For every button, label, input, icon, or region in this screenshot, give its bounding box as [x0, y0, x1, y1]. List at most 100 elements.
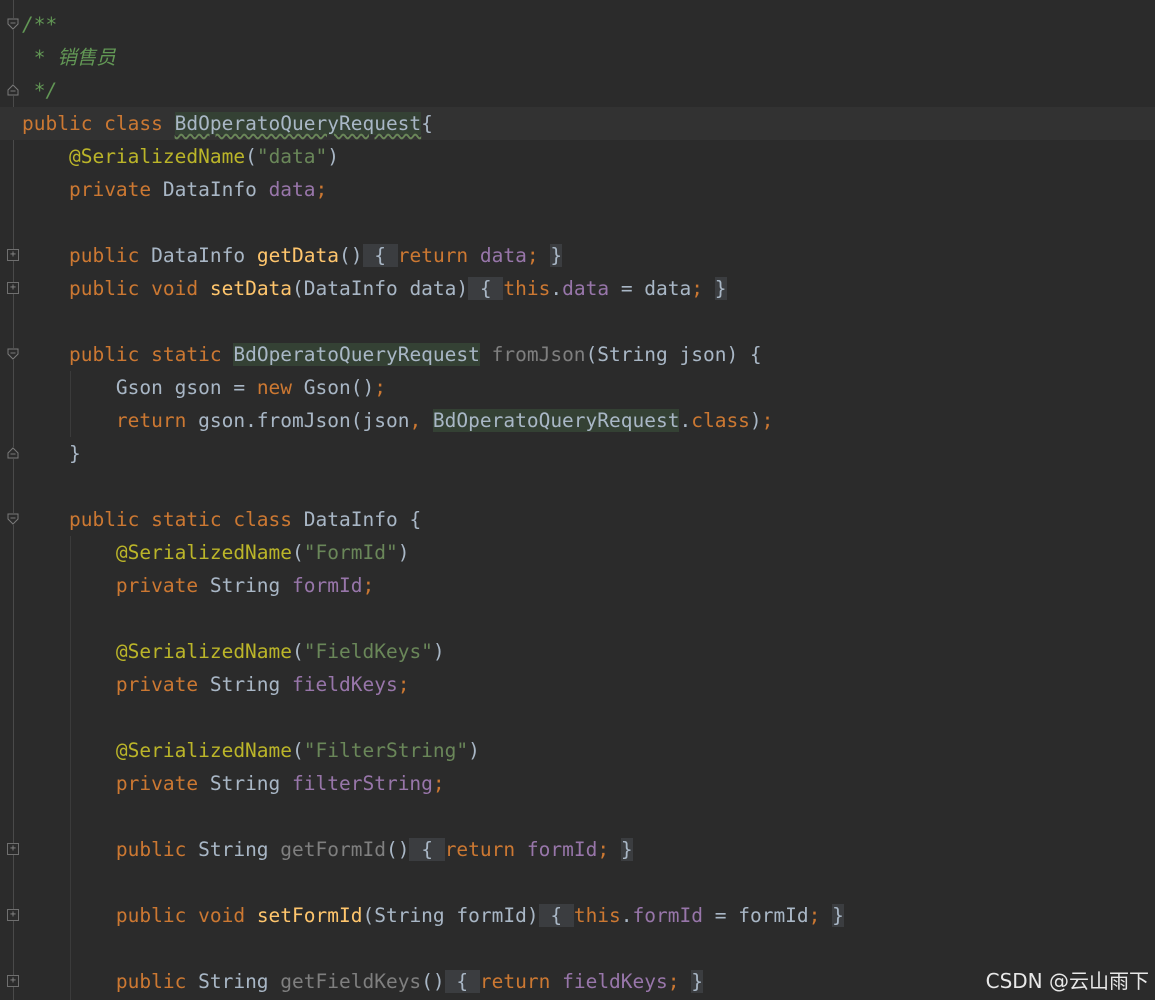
code-token: this — [503, 277, 551, 300]
code-token: "FieldKeys" — [303, 640, 433, 663]
code-token: ; — [362, 574, 375, 597]
code-line[interactable]: /** — [22, 8, 1155, 41]
code-token: DataInfo — [162, 178, 269, 201]
code-token: } — [691, 970, 703, 993]
code-line[interactable]: public void setFormId(String formId) { t… — [22, 899, 1155, 932]
code-token: BdOperatoQueryRequest — [233, 343, 480, 366]
code-token: ; — [597, 838, 621, 861]
fold-expand-icon[interactable]: + — [7, 975, 19, 987]
code-token: getData — [256, 244, 340, 267]
code-token: this — [573, 904, 621, 927]
code-line[interactable]: public static class DataInfo { — [22, 503, 1155, 536]
code-line[interactable]: public static BdOperatoQueryRequest from… — [22, 338, 1155, 371]
code-token: formId — [632, 904, 703, 927]
code-token: * 销售员 — [22, 46, 116, 69]
fold-end-icon[interactable] — [7, 84, 19, 96]
code-token: "data" — [256, 145, 328, 168]
fold-expand-icon[interactable]: + — [7, 282, 19, 294]
code-token: return — [444, 838, 527, 861]
code-token: ; — [315, 178, 328, 201]
code-token: ) — [327, 145, 340, 168]
code-token: ; — [374, 376, 386, 399]
csdn-watermark: CSDN @云山雨下 — [985, 969, 1149, 993]
code-token: String — [209, 574, 293, 597]
fold-collapse-icon[interactable] — [7, 513, 19, 525]
code-line[interactable]: private DataInfo data; — [22, 173, 1155, 206]
fold-collapse-icon[interactable] — [7, 18, 19, 30]
code-line[interactable]: @SerializedName("FormId") — [22, 536, 1155, 569]
code-token: ) — [397, 541, 410, 564]
code-token: { — [409, 838, 445, 861]
code-token: () — [385, 838, 410, 861]
code-token: fieldKeys — [562, 970, 668, 993]
code-token: public static — [68, 343, 234, 366]
code-token: data — [479, 244, 527, 267]
code-token: . — [550, 277, 563, 300]
code-line[interactable]: @SerializedName("data") — [22, 140, 1155, 173]
code-token: setFormId — [256, 904, 363, 927]
code-token: public — [115, 838, 199, 861]
code-token: = data — [609, 277, 692, 300]
code-token: class — [691, 409, 750, 432]
code-line[interactable]: public void setData(DataInfo data) { thi… — [22, 272, 1155, 305]
code-token: . — [679, 409, 692, 432]
code-line[interactable]: private String filterString; — [22, 767, 1155, 800]
code-token: getFormId — [280, 838, 386, 861]
code-token: , — [409, 409, 433, 432]
code-token: . — [620, 904, 633, 927]
code-token: public — [115, 970, 199, 993]
code-line[interactable]: @SerializedName("FilterString") — [22, 734, 1155, 767]
code-line[interactable]: } — [22, 437, 1155, 470]
code-token: return — [115, 409, 199, 432]
code-token: = formId — [703, 904, 809, 927]
code-line[interactable]: return gson.fromJson(json, BdOperatoQuer… — [22, 404, 1155, 437]
code-token: private — [115, 772, 210, 795]
code-line[interactable]: public String getFormId() { return formI… — [22, 833, 1155, 866]
code-token: BdOperatoQueryRequest — [174, 112, 422, 135]
code-token: data — [268, 178, 316, 201]
code-line[interactable]: @SerializedName("FieldKeys") — [22, 635, 1155, 668]
code-line[interactable]: * 销售员 — [22, 41, 1155, 74]
code-token: Gson() — [303, 376, 375, 399]
code-line[interactable]: Gson gson = new Gson(); — [22, 371, 1155, 404]
code-token: gson.fromJson(json — [198, 409, 410, 432]
code-token: public void — [68, 277, 210, 300]
code-token: () — [339, 244, 363, 267]
code-token: @SerializedName — [115, 541, 293, 564]
code-token: /** — [22, 13, 58, 36]
code-line[interactable]: public DataInfo getData() { return data;… — [22, 239, 1155, 272]
code-token: } — [620, 838, 633, 861]
code-token: fromJson — [479, 343, 586, 366]
code-line[interactable]: private String formId; — [22, 569, 1155, 602]
code-token: (String json) { — [585, 343, 762, 366]
fold-collapse-icon[interactable] — [7, 348, 19, 360]
code-line[interactable]: */ — [22, 74, 1155, 107]
code-token: ( — [292, 640, 304, 663]
code-token: ( — [245, 145, 257, 168]
code-line-current[interactable]: public class BdOperatoQueryRequest{ — [0, 107, 1155, 140]
code-token: formId — [526, 838, 598, 861]
code-token: ) — [432, 640, 445, 663]
code-token: } — [22, 442, 81, 465]
fold-expand-icon[interactable]: + — [7, 909, 19, 921]
code-token: Gson gson = — [22, 376, 257, 399]
code-token: ) — [468, 739, 480, 762]
code-token: { — [362, 244, 398, 267]
code-token: } — [550, 244, 563, 267]
code-token: public static class — [68, 508, 304, 531]
code-line[interactable]: private String fieldKeys; — [22, 668, 1155, 701]
fold-end-icon[interactable] — [7, 447, 19, 459]
code-token: () — [421, 970, 445, 993]
fold-expand-icon[interactable]: + — [7, 249, 19, 261]
code-token: ; — [432, 772, 445, 795]
fold-expand-icon[interactable]: + — [7, 843, 19, 855]
